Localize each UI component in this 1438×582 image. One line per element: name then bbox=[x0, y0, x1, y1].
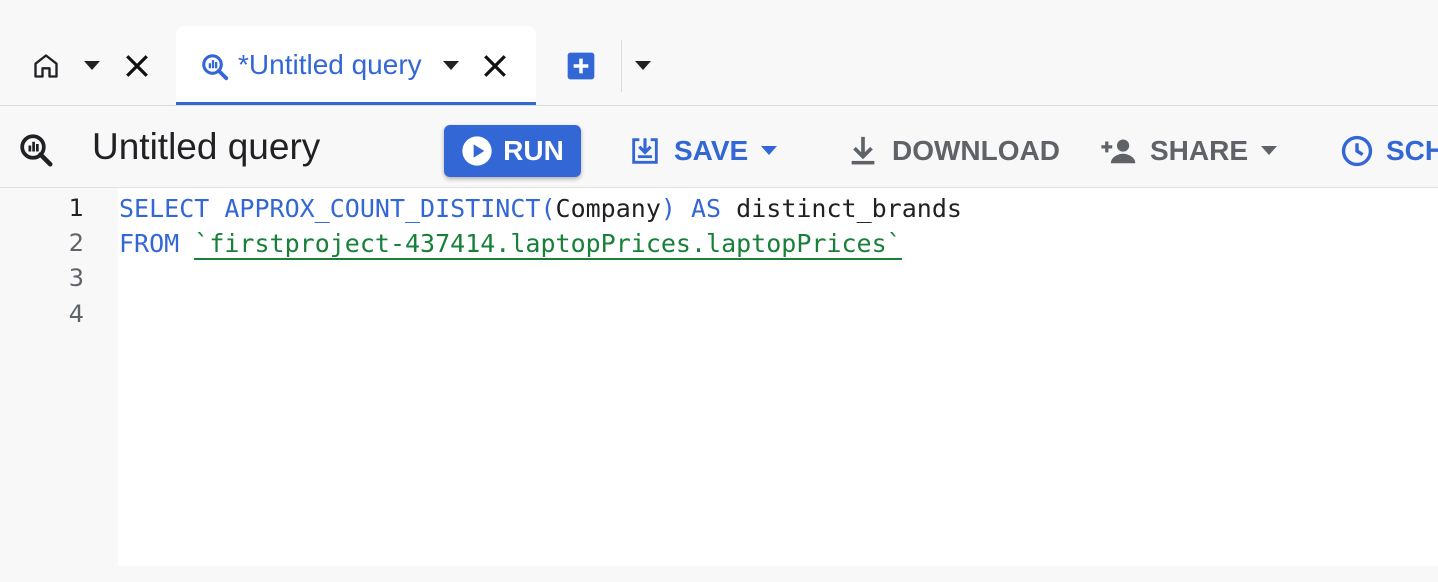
download-button[interactable]: DOWNLOAD bbox=[846, 125, 1060, 177]
save-button[interactable]: SAVE bbox=[628, 125, 778, 177]
save-label: SAVE bbox=[674, 135, 749, 166]
add-box-icon[interactable] bbox=[563, 48, 599, 84]
line-number: 1 bbox=[68, 194, 84, 222]
play-circle-icon bbox=[461, 135, 493, 167]
download-label: DOWNLOAD bbox=[892, 135, 1060, 166]
home-tab-menu-icon[interactable] bbox=[80, 52, 104, 80]
active-tab-menu-icon[interactable] bbox=[439, 52, 463, 80]
share-label: SHARE bbox=[1150, 135, 1249, 166]
code-line-2[interactable]: FROM `firstproject-437414.laptopPrices.l… bbox=[119, 226, 902, 261]
line-number: 2 bbox=[68, 229, 84, 257]
person-add-icon bbox=[1100, 134, 1138, 168]
share-button[interactable]: SHARE bbox=[1100, 125, 1278, 177]
active-tab-label: *Untitled query bbox=[238, 49, 422, 80]
schedule-label: SCH bbox=[1386, 135, 1438, 166]
keyword-select: SELECT bbox=[119, 194, 210, 223]
home-icon bbox=[30, 50, 62, 82]
run-button[interactable]: RUN bbox=[444, 125, 581, 177]
close-paren: ) bbox=[660, 194, 676, 223]
code-line-1[interactable]: SELECT APPROX_COUNT_DISTINCT(Company) AS… bbox=[119, 191, 962, 226]
function-name: APPROX_COUNT_DISTINCT bbox=[224, 194, 541, 223]
save-menu-icon[interactable] bbox=[760, 146, 778, 156]
download-icon bbox=[846, 134, 880, 168]
run-label: RUN bbox=[503, 135, 564, 166]
query-title: Untitled query bbox=[92, 126, 321, 167]
schedule-button[interactable]: SCH bbox=[1340, 125, 1438, 177]
open-paren: ( bbox=[540, 194, 556, 223]
query-title-icon bbox=[16, 130, 56, 170]
close-query-tab-icon[interactable] bbox=[478, 48, 512, 84]
keyword-as: AS bbox=[691, 194, 722, 223]
save-icon bbox=[628, 134, 662, 168]
active-tab-indicator bbox=[176, 102, 536, 105]
line-number: 4 bbox=[68, 300, 84, 328]
column-name: Company bbox=[555, 194, 661, 223]
more-tabs-menu-icon[interactable] bbox=[630, 52, 656, 80]
line-number: 3 bbox=[68, 264, 84, 292]
close-home-tab-icon[interactable] bbox=[120, 48, 154, 84]
table-reference[interactable]: `firstproject-437414.laptopPrices.laptop… bbox=[194, 229, 902, 260]
clock-icon bbox=[1340, 134, 1374, 168]
keyword-from: FROM bbox=[119, 229, 180, 258]
tab-bar-divider bbox=[621, 40, 622, 92]
query-icon bbox=[198, 50, 232, 84]
column-alias: distinct_brands bbox=[736, 194, 962, 223]
share-menu-icon[interactable] bbox=[1260, 146, 1278, 156]
